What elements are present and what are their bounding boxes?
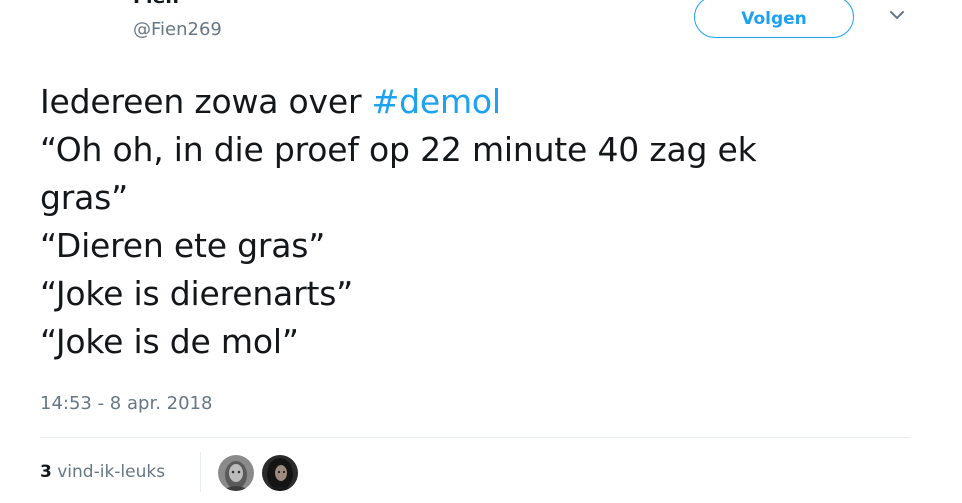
tweet-timestamp[interactable]: 14:53 - 8 apr. 2018 [40, 393, 212, 414]
tweet-line: “Joke is de mol” [40, 322, 299, 361]
avatar[interactable] [218, 455, 254, 491]
follow-button[interactable]: Volgen [694, 0, 854, 38]
tweet-line: “Dieren ete gras” [40, 226, 326, 265]
likes-number: 3 [40, 462, 52, 482]
divider [200, 452, 201, 492]
hashtag-link[interactable]: #demol [372, 82, 501, 121]
author-display-name[interactable]: Fien [133, 0, 179, 8]
tweet-line: gras” [40, 178, 129, 217]
follow-button-label: Volgen [741, 9, 807, 29]
tweet-line: “Joke is dierenarts” [40, 274, 354, 313]
divider [40, 437, 910, 438]
tweet-line-text: Iedereen zowa over [40, 82, 372, 121]
author-handle[interactable]: @Fien269 [133, 19, 222, 40]
likes-count[interactable]: 3 vind-ik-leuks [40, 462, 165, 482]
avatar[interactable] [262, 455, 298, 491]
chevron-down-icon [890, 11, 904, 19]
tweet-line: “Oh oh, in die proef op 22 minute 40 zag… [40, 130, 757, 169]
tweet-line: Iedereen zowa over #demol [40, 78, 920, 126]
likes-label: vind-ik-leuks [57, 462, 166, 482]
tweet-text: Iedereen zowa over #demol “Oh oh, in die… [40, 78, 920, 366]
tweet-options-button[interactable] [882, 2, 912, 28]
